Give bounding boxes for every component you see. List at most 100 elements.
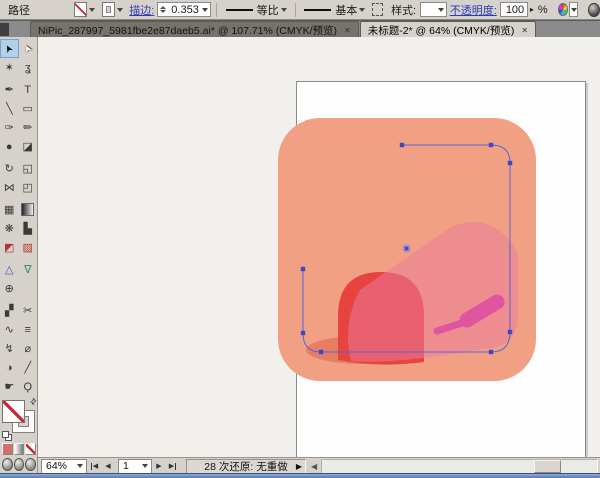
opacity-value: 100 <box>503 4 527 16</box>
rectangle-tool[interactable]: ▭ <box>19 99 38 118</box>
mesh-tool[interactable]: ▦ <box>0 200 19 219</box>
default-fill-stroke-icon[interactable] <box>2 431 9 438</box>
paintbrush-tool-icon: ✑ <box>5 121 14 134</box>
stroke-weight-stepper[interactable] <box>160 6 166 13</box>
gradient-tool[interactable] <box>19 200 38 219</box>
artboard-dropdown-icon[interactable] <box>142 464 148 468</box>
column-graph-tool-icon: ▙ <box>24 222 32 235</box>
draw-behind-button[interactable] <box>14 458 25 471</box>
eraser-tool[interactable]: ◪ <box>19 137 38 156</box>
blend-tool-icon: ◑ <box>6 362 13 374</box>
magic-wand-tool[interactable]: ✶ <box>0 58 19 77</box>
zoom-tool[interactable]: Ϙ <box>19 377 38 396</box>
anchor-point[interactable] <box>489 143 493 147</box>
opacity-input[interactable]: 100 <box>500 2 528 17</box>
recolor-dropdown[interactable] <box>569 2 578 17</box>
document-tab-1[interactable]: NiPic_287997_5981fbe2e87daeb5.ai* @ 107.… <box>30 21 359 38</box>
previous-artboard-button[interactable]: ◀ <box>101 460 115 473</box>
next-artboard-button[interactable]: ▶ <box>152 460 166 473</box>
color-button[interactable] <box>2 443 13 455</box>
gradient-button[interactable] <box>14 443 25 455</box>
status-readout: 28 次还原: 无重做 ▶ <box>186 459 306 474</box>
blend-tool[interactable]: ◑ <box>0 358 19 377</box>
opacity-expand-icon[interactable]: ▸ <box>530 5 534 14</box>
document-tab-2[interactable]: 未标题-2* @ 64% (CMYK/预览) ✕ <box>360 21 536 38</box>
measure-tool[interactable]: ⌀ <box>19 339 38 358</box>
live-paint-bucket-tool[interactable]: ◩ <box>0 238 19 257</box>
slice-tool[interactable]: ▞ <box>0 301 19 320</box>
scale-tool[interactable]: ◱ <box>19 159 38 178</box>
eraser-tool-icon: ◪ <box>23 140 33 153</box>
lasso-tool[interactable]: ʓ <box>19 58 38 77</box>
stroke-swatch-dropdown-icon[interactable] <box>117 8 123 12</box>
object-center-point[interactable] <box>405 247 409 251</box>
blob-brush-tool[interactable]: ● <box>0 137 19 156</box>
artboard-tool-icon: ⊕ <box>5 282 14 295</box>
wave-tool[interactable]: ∿ <box>0 320 19 339</box>
tools-panel: ➤➤✶ʓ✒T╲▭✑✏●◪↻◱⋈◰▦❋▙◩▨△∇⊕▞✂∿≡↯⌀◑╱☛Ϙ ⇄ <box>0 37 38 473</box>
last-artboard-button[interactable]: ▶ <box>166 460 180 473</box>
anchor-point[interactable] <box>319 350 323 354</box>
scroll-left-icon[interactable]: ◀ <box>311 462 317 471</box>
tab-close-icon[interactable]: ✕ <box>521 26 528 35</box>
type-tool[interactable]: T <box>19 80 38 99</box>
stroke-weight-dropdown-icon[interactable] <box>202 8 208 12</box>
selection-tool[interactable]: ➤ <box>0 39 19 58</box>
rotate-tool[interactable]: ↻ <box>0 159 19 178</box>
fill-swatch-dropdown-icon[interactable] <box>89 8 95 12</box>
zoom-dropdown-icon[interactable] <box>77 464 83 468</box>
draw-normal-button[interactable] <box>2 458 13 471</box>
gradient-swatch-icon <box>21 203 34 216</box>
symbol-sprayer-tool[interactable]: ❋ <box>0 219 19 238</box>
style-select[interactable] <box>420 2 447 17</box>
anchor-point[interactable] <box>508 330 512 334</box>
artboard-tool[interactable]: ⊕ <box>0 279 19 298</box>
width-tool[interactable]: ⋈ <box>0 178 19 197</box>
style-dropdown-icon[interactable] <box>438 8 444 12</box>
column-graph-tool[interactable]: ▙ <box>19 219 38 238</box>
paintbrush-tool[interactable]: ✑ <box>0 118 19 137</box>
pencil-tool[interactable]: ✏ <box>19 118 38 137</box>
free-transform-tool[interactable]: ◰ <box>19 178 38 197</box>
fill-indicator-none[interactable] <box>2 400 25 423</box>
anchor-point[interactable] <box>301 267 305 271</box>
tab-close-icon[interactable]: ✕ <box>344 26 351 35</box>
menu-lines-tool[interactable]: ≡ <box>19 320 38 339</box>
fill-swatch-none-icon[interactable] <box>74 2 87 17</box>
live-paint-selection-tool[interactable]: ▨ <box>19 238 38 257</box>
artboard-number-select[interactable]: 1 <box>118 459 152 474</box>
zoom-level-select[interactable]: 64% <box>41 459 87 474</box>
stroke-swatch-icon[interactable] <box>102 2 115 17</box>
anchor-point[interactable] <box>301 331 305 335</box>
sphere-icon <box>588 3 600 17</box>
dashed-box-icon[interactable] <box>372 3 383 16</box>
draw-inside-button[interactable] <box>25 458 36 471</box>
horizontal-scrollbar-thumb[interactable] <box>534 460 561 473</box>
stroke-weight-input[interactable]: 0.353 <box>157 2 211 17</box>
width-profile-dropdown-icon[interactable] <box>281 8 287 12</box>
direct-selection-tool[interactable]: ➤ <box>19 39 38 58</box>
rotate-tool-icon: ↻ <box>5 162 14 175</box>
perspective-grid-tool[interactable]: △ <box>0 260 19 279</box>
anchor-point[interactable] <box>489 350 493 354</box>
anchor-point[interactable] <box>508 161 512 165</box>
line-segment-tool[interactable]: ╲ <box>0 99 19 118</box>
wave-tool-icon: ∿ <box>5 323 14 336</box>
first-artboard-button[interactable]: ◀ <box>87 460 101 473</box>
direct-selection-tool-icon: ➤ <box>21 42 35 55</box>
window-bottom-edge <box>0 473 600 478</box>
shear-tool[interactable]: ╱ <box>19 358 38 377</box>
knife-tool[interactable]: ✂ <box>19 301 38 320</box>
none-button[interactable] <box>25 443 36 455</box>
pen-tool[interactable]: ✒ <box>0 80 19 99</box>
opacity-link[interactable]: 不透明度: <box>450 2 497 18</box>
eyedropper-tool[interactable]: ↯ <box>0 339 19 358</box>
hand-tool[interactable]: ☛ <box>0 377 19 396</box>
status-expand-icon[interactable]: ▶ <box>296 462 302 471</box>
brush-dropdown-icon[interactable] <box>359 8 365 12</box>
horizontal-scrollbar[interactable] <box>321 459 598 474</box>
recolor-artwork-icon[interactable] <box>558 3 569 16</box>
stroke-panel-link[interactable]: 描边: <box>129 2 154 18</box>
perspective-selection-tool[interactable]: ∇ <box>19 260 38 279</box>
anchor-point[interactable] <box>400 143 404 147</box>
